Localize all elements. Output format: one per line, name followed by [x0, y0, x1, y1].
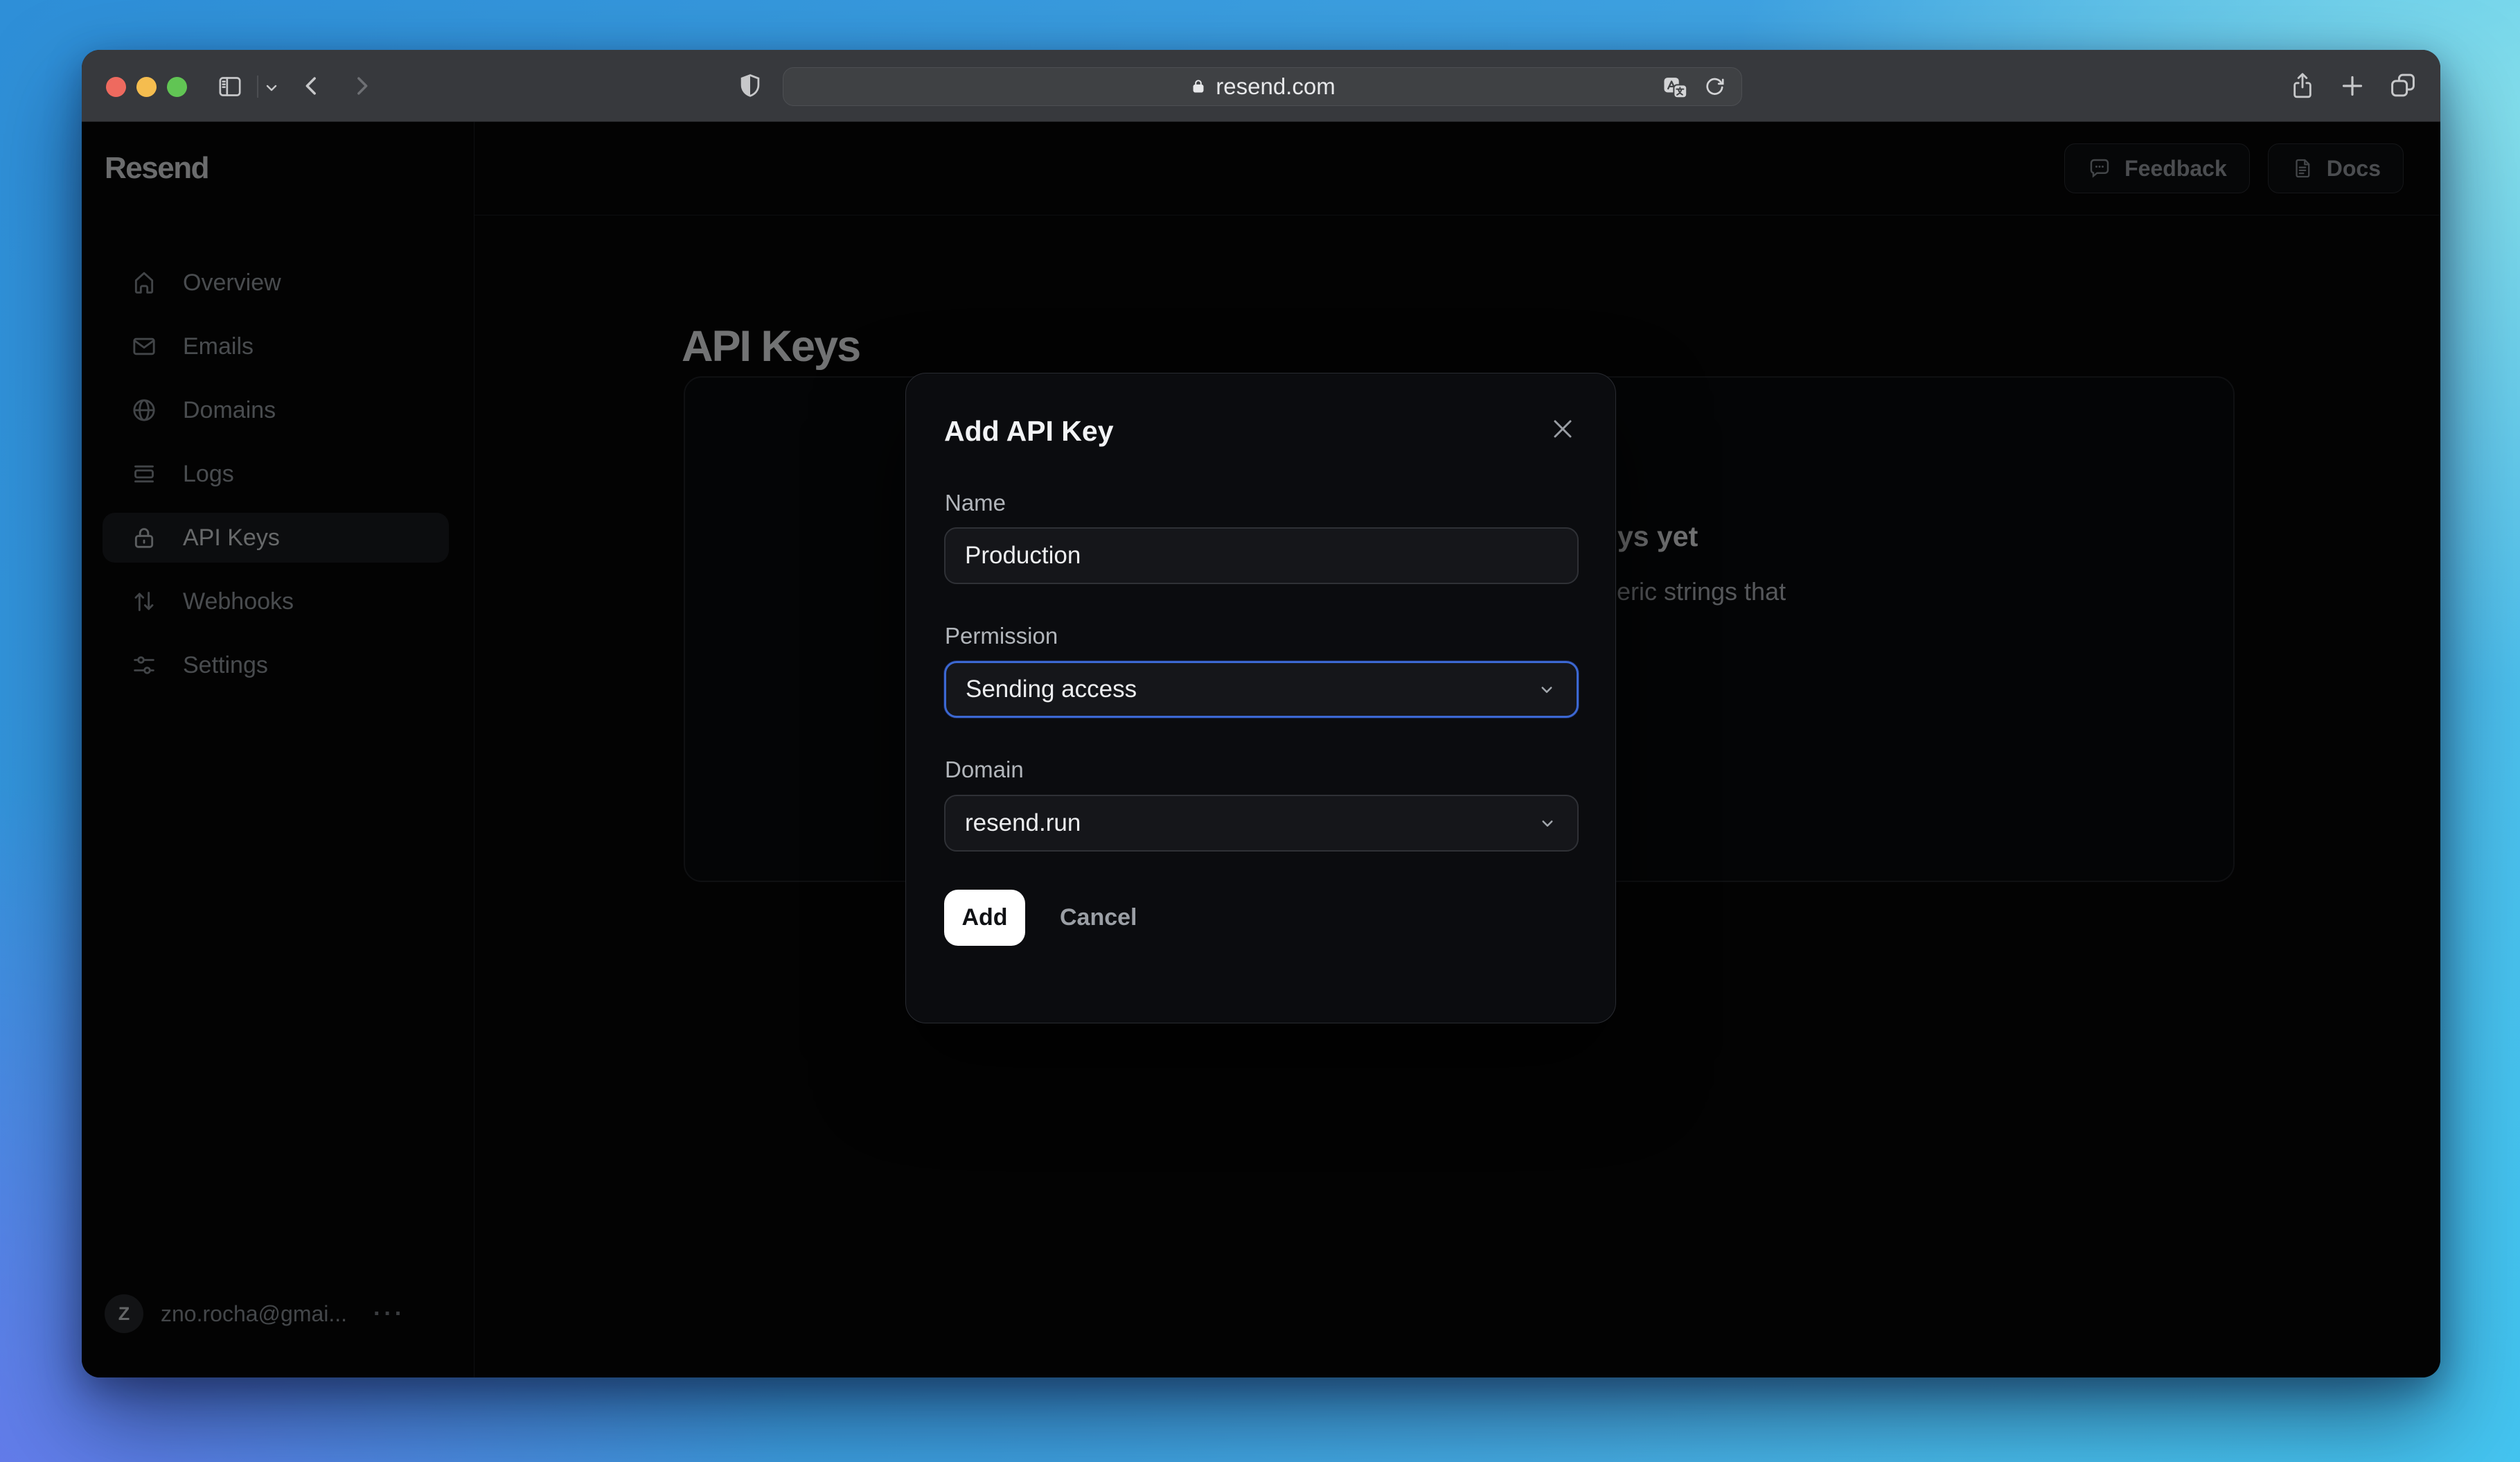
name-label: Name [945, 490, 1006, 516]
domain-select[interactable]: resend.run [944, 795, 1579, 852]
reload-icon[interactable] [1703, 75, 1726, 100]
permission-select-value: Sending access [966, 676, 1137, 703]
address-bar[interactable]: resend.com [783, 67, 1742, 106]
lock-icon [1193, 80, 1204, 93]
toolbar-divider [257, 76, 258, 98]
cancel-button[interactable]: Cancel [1060, 890, 1137, 946]
share-icon[interactable] [2289, 69, 2316, 103]
browser-window: resend.com Add API Key Name Production P… [82, 50, 2440, 1377]
chevron-down-icon [1536, 679, 1557, 700]
add-button[interactable]: Add [944, 890, 1025, 946]
url-text: resend.com [1216, 73, 1336, 99]
modal-title: Add API Key [944, 415, 1114, 447]
name-input[interactable] [944, 527, 1579, 584]
translate-icon[interactable] [1661, 75, 1689, 100]
sidebar-toggle-icon[interactable] [215, 73, 245, 100]
back-icon[interactable] [298, 71, 326, 100]
add-api-key-modal: Add API Key Name Permission Sending acce… [905, 373, 1616, 1023]
domain-select-value: resend.run [965, 809, 1081, 836]
permission-label: Permission [945, 623, 1058, 649]
close-icon[interactable] [1546, 412, 1579, 446]
app-content: Resend Overview Ema [82, 122, 2440, 1377]
minimize-window-button[interactable] [136, 77, 157, 97]
new-tab-icon[interactable] [2339, 72, 2366, 100]
zoom-window-button[interactable] [167, 77, 187, 97]
shield-icon[interactable] [736, 70, 765, 102]
chevron-down-icon[interactable] [263, 82, 280, 96]
close-window-button[interactable] [106, 77, 126, 97]
permission-select[interactable]: Sending access [944, 661, 1579, 718]
traffic-lights [106, 77, 187, 97]
domain-label: Domain [945, 757, 1024, 782]
forward-icon[interactable] [348, 71, 375, 100]
chevron-down-icon [1537, 813, 1558, 834]
browser-toolbar: resend.com [82, 50, 2440, 122]
tab-overview-icon[interactable] [2388, 71, 2417, 100]
